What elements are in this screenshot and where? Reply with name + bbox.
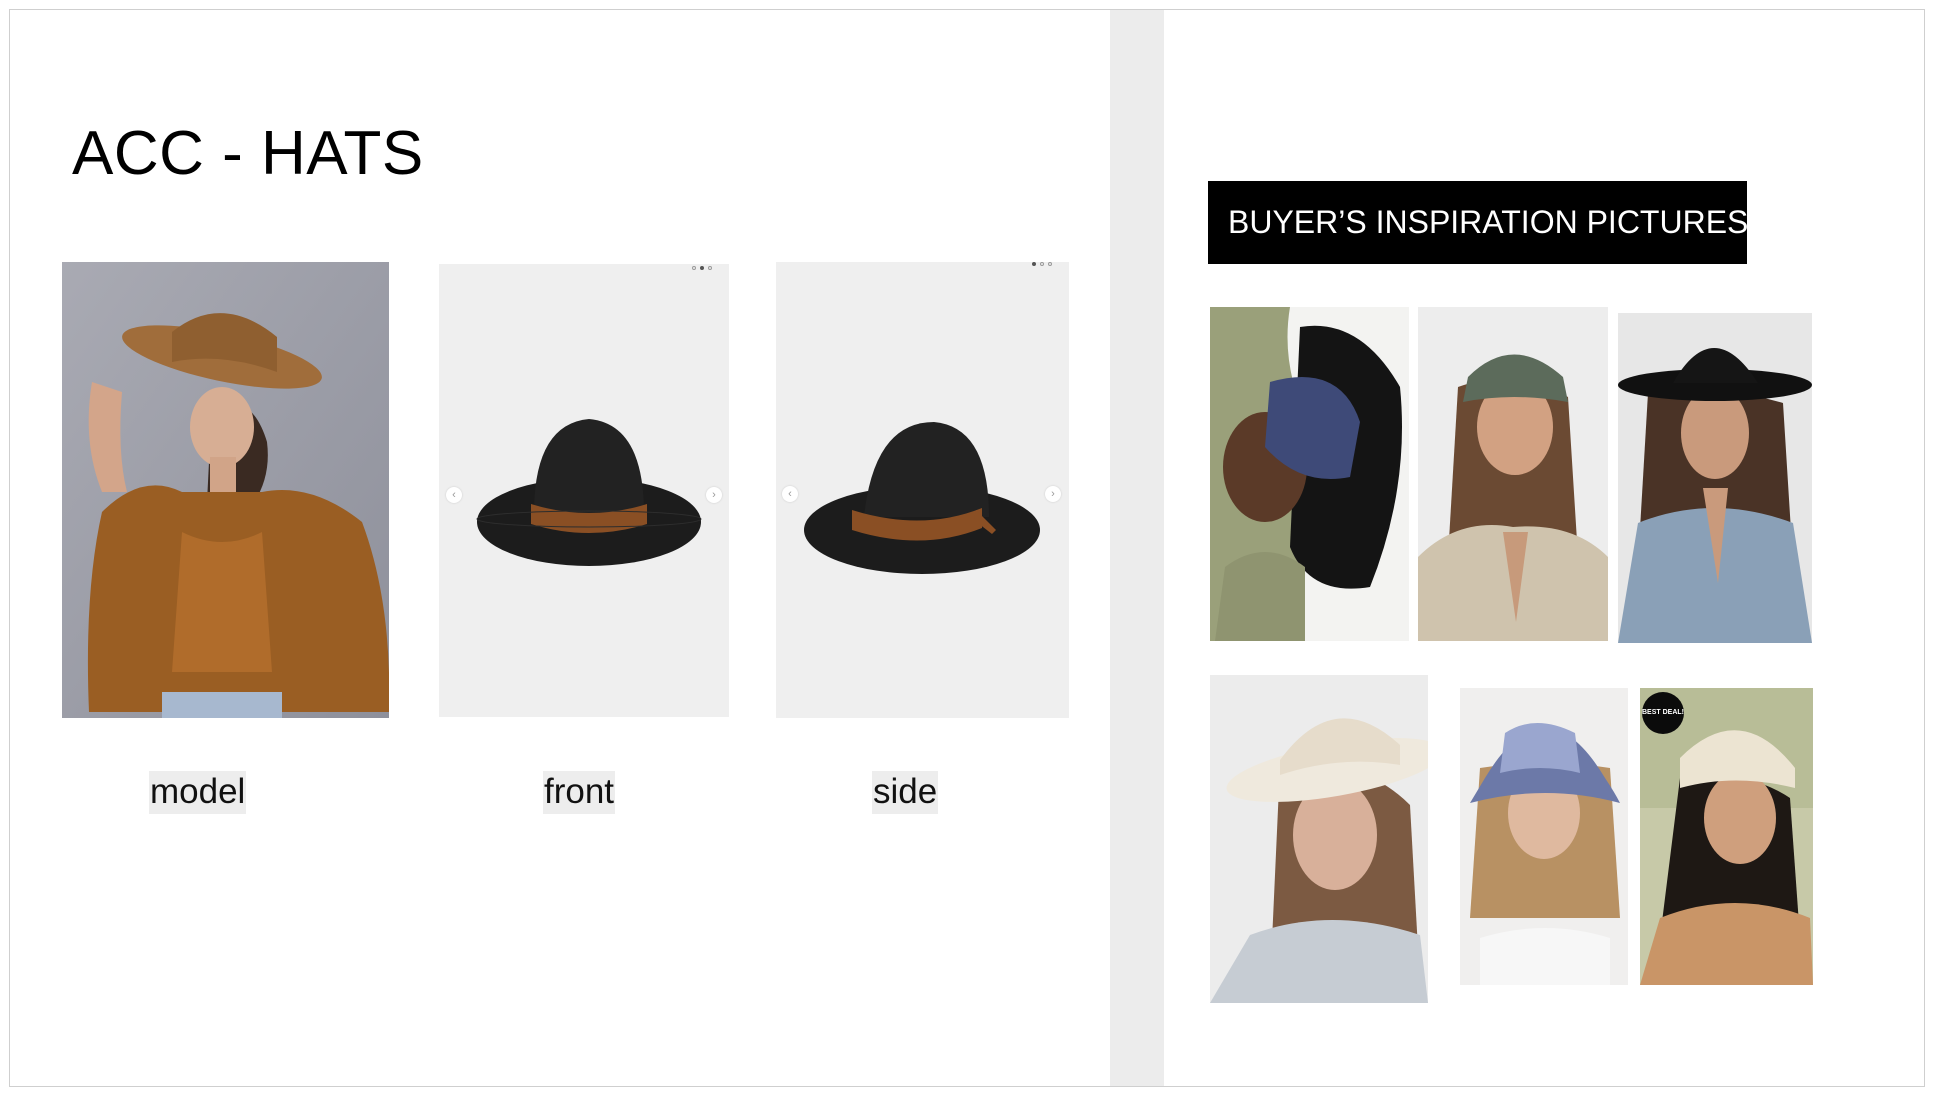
chevron-right-icon[interactable]: › <box>1045 486 1061 502</box>
inspiration-photo-straw-hat <box>1210 675 1428 1003</box>
inspiration-photo-green-cap <box>1418 307 1608 641</box>
caption-front: front <box>543 771 616 814</box>
inspiration-photo-navy-cap <box>1210 307 1409 641</box>
inspiration-photo-black-brim <box>1618 313 1812 643</box>
carousel-dot <box>692 266 696 270</box>
page-gutter <box>1110 10 1164 1086</box>
carousel-dot <box>1048 262 1052 266</box>
slide-title: ACC - HATS <box>72 119 424 188</box>
best-deal-sticker: BEST DEAL! <box>1642 692 1684 734</box>
carousel-dots <box>692 266 712 270</box>
caption-side: side <box>872 771 939 814</box>
inspiration-photo-cream-bucket: BEST DEAL! <box>1640 688 1813 985</box>
carousel-dot <box>708 266 712 270</box>
caption-model: model <box>149 771 247 814</box>
model-photo <box>62 262 389 718</box>
chevron-left-icon[interactable]: ‹ <box>782 486 798 502</box>
inspiration-banner-label: BUYER’S INSPIRATION PICTURES <box>1228 204 1749 240</box>
chevron-left-icon[interactable]: ‹ <box>446 487 462 503</box>
carousel-dot <box>1040 262 1044 266</box>
side-photo <box>776 262 1069 718</box>
carousel-dots <box>1032 262 1052 266</box>
front-photo <box>439 264 729 717</box>
inspiration-photo-tie-dye-bucket <box>1460 688 1628 985</box>
chevron-right-icon[interactable]: › <box>706 487 722 503</box>
carousel-dot-active <box>700 266 704 270</box>
carousel-dot-active <box>1032 262 1036 266</box>
inspiration-banner: BUYER’S INSPIRATION PICTURES <box>1208 181 1749 264</box>
